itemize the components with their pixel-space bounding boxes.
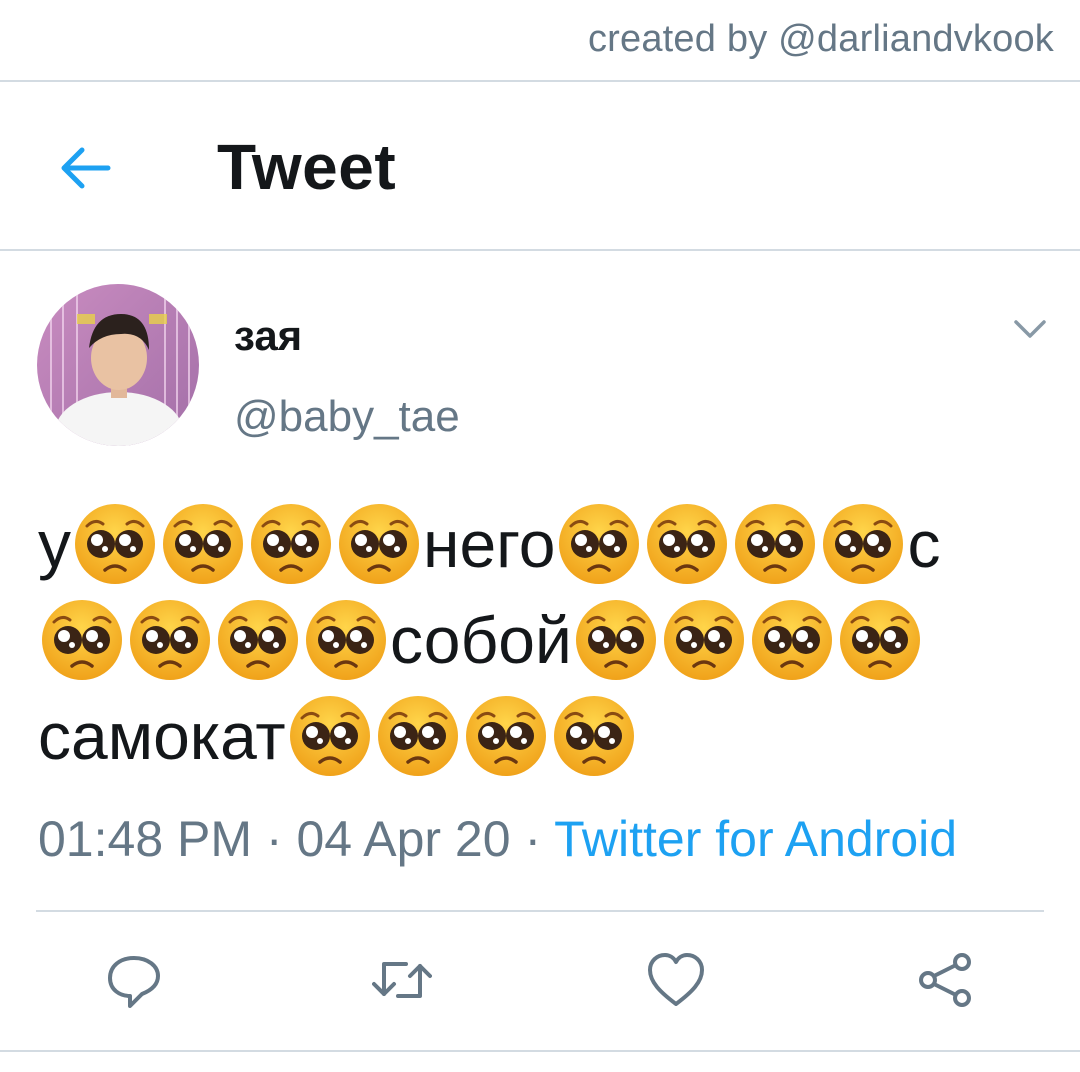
- pleading-face-emoji: [75, 504, 155, 584]
- pleading-face-emoji: [839, 600, 920, 680]
- pleading-face-emoji: [647, 504, 728, 584]
- watermark-credit: created by @darliandvkook: [587, 18, 1054, 60]
- pleading-face-emoji: [465, 696, 546, 776]
- retweet-button[interactable]: [372, 950, 432, 1010]
- tweet-word: у: [38, 507, 71, 581]
- tweet-time: 01:48 PM: [38, 811, 253, 867]
- tweet-word: самокат: [38, 699, 286, 773]
- tweet-text: у него с собой самокат: [38, 496, 1048, 784]
- pleading-face-emoji: [163, 504, 243, 584]
- reply-icon: [108, 956, 160, 1008]
- tweet-text-line: у него с: [38, 496, 1048, 592]
- heart-icon: [648, 953, 704, 1006]
- chevron-down-icon[interactable]: [1008, 312, 1052, 346]
- meta-separator: ·: [524, 811, 542, 867]
- back-button[interactable]: [56, 138, 116, 198]
- tweet-source-link[interactable]: Twitter for Android: [554, 811, 957, 867]
- tweet-text-line: собой: [38, 592, 1048, 688]
- page-title: Tweet: [217, 131, 397, 203]
- pleading-face-emoji: [306, 600, 386, 680]
- pleading-face-emoji: [289, 696, 370, 776]
- pleading-face-emoji: [377, 696, 458, 776]
- divider: [0, 1050, 1080, 1052]
- avatar[interactable]: [37, 284, 199, 446]
- tweet-text-line: самокат: [38, 688, 1048, 784]
- tweet-word: него: [423, 507, 556, 581]
- pleading-face-emoji: [130, 600, 210, 680]
- pleading-face-emoji: [339, 504, 419, 584]
- author-handle[interactable]: @baby_tae: [234, 392, 460, 442]
- divider: [0, 80, 1080, 82]
- pleading-face-emoji: [553, 696, 634, 776]
- pleading-face-emoji: [735, 504, 816, 584]
- arrow-left-icon: [61, 147, 111, 189]
- pleading-face-emoji: [218, 600, 298, 680]
- pleading-face-emoji: [575, 600, 656, 680]
- share-button[interactable]: [916, 950, 976, 1010]
- like-button[interactable]: [646, 950, 706, 1010]
- pleading-face-emoji: [663, 600, 744, 680]
- pleading-face-emoji: [823, 504, 904, 584]
- pleading-face-emoji: [559, 504, 640, 584]
- tweet-word: собой: [390, 603, 572, 677]
- author-display-name[interactable]: зая: [234, 312, 302, 360]
- retweet-icon: [372, 962, 432, 998]
- tweet-word: с: [907, 507, 941, 581]
- tweet-meta: 01:48 PM · 04 Apr 20 · Twitter for Andro…: [38, 810, 957, 868]
- divider: [0, 249, 1080, 251]
- pleading-face-emoji: [751, 600, 832, 680]
- meta-separator: ·: [265, 811, 283, 867]
- share-icon: [919, 953, 971, 1007]
- divider: [36, 910, 1044, 912]
- pleading-face-emoji: [251, 504, 331, 584]
- pleading-face-emoji: [42, 600, 122, 680]
- tweet-date: 04 Apr 20: [296, 811, 511, 867]
- reply-button[interactable]: [104, 950, 164, 1010]
